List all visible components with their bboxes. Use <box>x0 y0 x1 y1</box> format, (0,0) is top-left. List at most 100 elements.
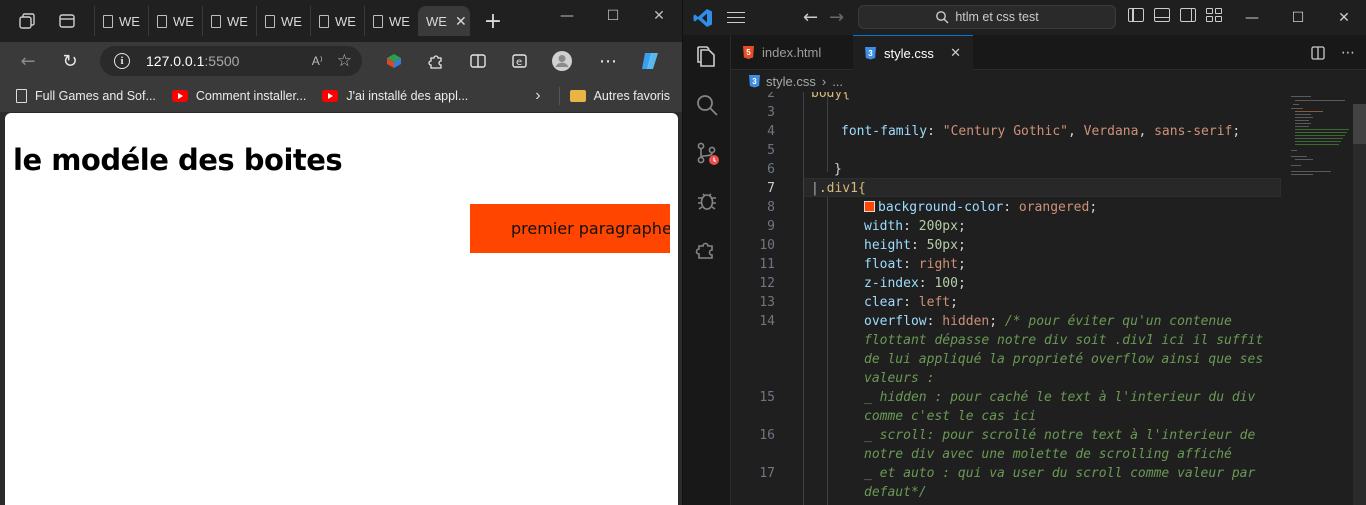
line-number: 3 <box>767 105 775 120</box>
close-tab-icon[interactable]: ✕ <box>455 13 467 30</box>
document-icon <box>157 14 167 28</box>
split-screen-icon[interactable] <box>460 43 496 79</box>
extensions-icon[interactable] <box>695 237 719 261</box>
bookmark-item[interactable]: J'ai installé des appl... <box>322 89 468 103</box>
browser-tab[interactable]: WE <box>364 6 418 36</box>
code-line: } <box>834 162 842 177</box>
more-actions-icon[interactable]: ⋯ <box>1341 45 1355 61</box>
browser-tab[interactable]: WE <box>202 6 256 36</box>
read-aloud-icon[interactable]: A⁾ <box>312 54 323 68</box>
line-number: 16 <box>759 428 775 443</box>
css3-icon: 3 <box>865 46 876 60</box>
more-options-icon[interactable]: ⋯ <box>590 43 626 79</box>
minimap[interactable] <box>1287 92 1353 505</box>
go-forward-icon[interactable]: → <box>829 7 844 28</box>
refresh-icon[interactable]: ↻ <box>52 43 88 79</box>
code-comment-line: defaut*/ <box>864 485 927 500</box>
code-line: overflow: hidden; /* pour éviter qu'un c… <box>864 314 1232 329</box>
code-comment-line: de lui appliqué la proprieté overflow ai… <box>864 352 1264 367</box>
layout-controls <box>1128 8 1222 22</box>
profile-avatar-icon[interactable] <box>544 43 580 79</box>
code-selector: body{ <box>811 92 851 101</box>
chevron-right-icon[interactable]: › <box>535 87 540 105</box>
workspaces-icon[interactable] <box>10 4 44 38</box>
breadcrumb-file[interactable]: style.css <box>766 74 816 89</box>
code-comment-line: notre div avec une molette de scrolling … <box>864 447 1232 462</box>
back-arrow-icon[interactable]: ← <box>10 43 46 79</box>
code-line: width: 200px; <box>864 219 966 234</box>
tab-style-css[interactable]: 3 style.css ✕ <box>853 35 973 70</box>
search-icon[interactable] <box>695 93 719 117</box>
document-icon <box>373 14 383 28</box>
minimize-icon[interactable]: — <box>544 0 590 32</box>
code-text: background-color: orangered; <box>878 200 1098 215</box>
code-selector: .div1{ <box>818 181 866 196</box>
code-line: float: right; <box>864 257 966 272</box>
line-number: 15 <box>759 390 775 405</box>
maximize-icon[interactable]: ☐ <box>590 0 636 32</box>
line-number: 12 <box>759 276 775 291</box>
code-comment: /* pour éviter qu'un contenue <box>1004 314 1232 329</box>
favorites-divider <box>558 87 560 105</box>
box-paragraph: premier paragraphe <box>511 219 670 238</box>
current-line-highlight <box>803 178 1281 197</box>
youtube-icon <box>322 90 339 102</box>
source-control-icon[interactable] <box>695 141 719 165</box>
document-icon <box>211 14 221 28</box>
go-back-icon[interactable]: ← <box>803 7 818 28</box>
copilot-icon[interactable] <box>632 43 668 79</box>
html5-icon: 5 <box>743 46 754 59</box>
browser-tab[interactable]: WE <box>256 6 310 36</box>
address-bar[interactable]: i 127.0.0.1:5500 A⁾ ☆ <box>100 46 362 76</box>
tab-index-html[interactable]: 5 index.html <box>731 35 853 70</box>
run-debug-icon[interactable] <box>695 189 719 213</box>
scrollbar-thumb[interactable] <box>1353 104 1366 144</box>
browser-tab[interactable]: WE <box>310 6 364 36</box>
code-editor[interactable]: 2 3 4 5 6 7 8 9 10 11 12 13 14 15 16 17 … <box>731 92 1321 505</box>
bookmark-item[interactable]: Comment installer... <box>171 89 306 103</box>
extension-colorful-icon[interactable] <box>376 43 412 79</box>
explorer-icon[interactable] <box>695 45 719 69</box>
vscode-window-controls: — ☐ ✕ <box>1229 0 1366 35</box>
youtube-icon <box>171 90 188 102</box>
maximize-icon[interactable]: ☐ <box>1275 0 1321 35</box>
toggle-primary-sidebar-icon[interactable] <box>1128 8 1144 22</box>
browser-tab-strip: WE WE WE WE WE WE WE ✕ + — ☐ ✕ <box>0 0 682 42</box>
bookmark-item[interactable]: Full Games and Sof... <box>16 89 156 103</box>
browser-tab[interactable]: WE <box>94 6 148 36</box>
browser-tab[interactable]: WE <box>148 6 202 36</box>
activity-bar <box>683 35 731 505</box>
line-number: 13 <box>759 295 775 310</box>
close-window-icon[interactable]: ✕ <box>1321 0 1366 35</box>
collections-icon[interactable]: e <box>502 43 538 79</box>
tab-actions-icon[interactable] <box>50 4 84 38</box>
browser-tab-active[interactable]: WE ✕ <box>418 6 470 36</box>
editor-tabs: 5 index.html 3 style.css ✕ ⋯ <box>731 35 1366 70</box>
toggle-secondary-sidebar-icon[interactable] <box>1180 8 1196 22</box>
toggle-panel-icon[interactable] <box>1154 8 1170 22</box>
code-text: clear: left; <box>864 295 958 310</box>
browser-window: WE WE WE WE WE WE WE ✕ + — ☐ ✕ ← ↻ i 127.… <box>0 0 682 505</box>
color-swatch[interactable] <box>864 201 875 212</box>
document-icon <box>103 14 113 28</box>
customize-layout-icon[interactable] <box>1206 8 1222 22</box>
command-center-search[interactable]: htlm et css test <box>858 5 1116 29</box>
code-comment-line: _ hidden : pour caché le text à l'interi… <box>864 390 1256 405</box>
close-tab-icon[interactable]: ✕ <box>950 45 961 61</box>
new-tab-button[interactable]: + <box>478 6 508 36</box>
breadcrumb-more[interactable]: ... <box>832 74 843 89</box>
favorite-star-icon[interactable]: ☆ <box>337 51 352 71</box>
code-line: background-color: orangered; <box>864 200 1097 215</box>
orange-box-div1: premier paragraphe <box>470 204 670 253</box>
minimize-icon[interactable]: — <box>1229 0 1275 35</box>
editor-scrollbar[interactable] <box>1353 104 1366 505</box>
code-text: overflow: hidden; <box>864 314 998 329</box>
site-info-icon[interactable]: i <box>114 53 130 69</box>
svg-text:e: e <box>516 57 522 68</box>
menu-hamburger-icon[interactable] <box>727 8 747 28</box>
other-favorites[interactable]: Autres favoris <box>569 89 670 103</box>
split-editor-icon[interactable] <box>1311 45 1325 60</box>
extensions-puzzle-icon[interactable] <box>418 43 454 79</box>
close-window-icon[interactable]: ✕ <box>636 0 682 32</box>
search-icon <box>936 11 949 24</box>
